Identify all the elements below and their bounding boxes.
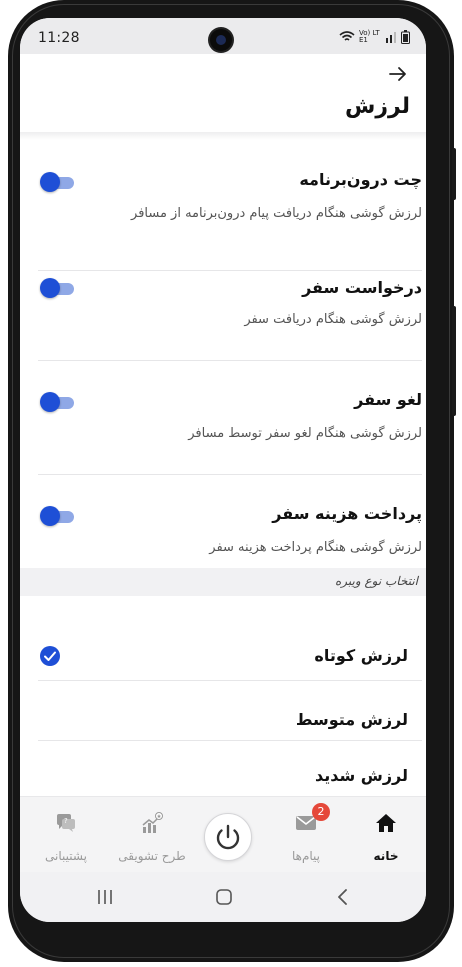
vibration-option-short[interactable]: لرزش کوتاه [20,634,426,678]
toggle-trip-payment[interactable] [40,506,74,526]
front-camera [210,29,232,51]
divider [38,680,422,681]
power-side-button [452,306,456,416]
toggle-trip-cancel[interactable] [40,392,74,412]
recent-apps-icon[interactable] [96,888,114,906]
setting-description: لرزش گوشی هنگام دریافت سفر [244,312,422,327]
setting-title: درخواست سفر [302,278,422,297]
vibration-option-medium[interactable]: لرزش متوسط [20,702,426,742]
network-label: Vo) LTE1 [359,29,380,44]
volume-button [452,148,456,200]
setting-row-in-app-chat: چت درون‌برنامه لرزش گوشی هنگام دریافت پی… [38,170,422,230]
status-bar: 11:28 Vo) LTE1 [20,18,426,54]
nav-home[interactable]: خانه [346,797,426,873]
bottom-navigation: ? پشتیبانی طرح تشویقی [20,796,426,873]
back-arrow-icon[interactable] [388,64,408,84]
setting-title: چت درون‌برنامه [299,170,422,189]
messages-badge: 2 [312,803,330,821]
option-label: لرزش متوسط [295,710,408,729]
setting-title: پرداخت هزینه سفر [272,504,422,523]
selected-check-icon [40,646,60,666]
vibration-option-strong[interactable]: لرزش شدید [20,758,426,796]
chart-star-icon [142,812,163,833]
nav-label: پیام‌ها [291,849,321,863]
online-power-button[interactable] [204,813,252,861]
divider [38,270,422,271]
setting-row-trip-request: درخواست سفر لرزش گوشی هنگام دریافت سفر [38,278,422,338]
page-header: لرزش [20,54,426,132]
status-time: 11:28 [38,30,80,46]
setting-row-trip-payment: پرداخت هزینه سفر لرزش گوشی هنگام پرداخت … [38,504,422,564]
section-header-vibration-type: انتخاب نوع ویبره [20,568,426,596]
toggle-in-app-chat[interactable] [40,172,74,192]
toggle-thumb [40,172,60,192]
setting-description: لرزش گوشی هنگام پرداخت هزینه سفر [209,540,422,555]
home-button-icon[interactable] [214,887,234,907]
back-button-icon[interactable] [334,888,352,906]
nav-support[interactable]: ? پشتیبانی [26,797,106,873]
divider [38,740,422,741]
support-chat-icon: ? [57,814,75,832]
setting-title: لغو سفر [354,390,422,409]
section-label: انتخاب نوع ویبره [335,574,418,588]
option-label: لرزش کوتاه [314,646,408,665]
nav-label: خانه [373,849,399,863]
toggle-thumb [40,506,60,526]
nav-label: طرح تشویقی [118,849,186,863]
option-label: لرزش شدید [314,766,408,785]
header-shadow [20,132,426,140]
page-title: لرزش [345,94,410,119]
power-icon [216,824,240,850]
divider [38,474,422,475]
screen: 11:28 Vo) LTE1 [20,18,426,922]
nav-messages[interactable]: 2 پیام‌ها [266,797,346,873]
toggle-thumb [40,278,60,298]
toggle-thumb [40,392,60,412]
setting-description: لرزش گوشی هنگام دریافت پیام درون‌برنامه … [131,206,422,221]
nav-incentive[interactable]: طرح تشویقی [112,797,192,873]
status-icons: Vo) LTE1 [339,30,410,44]
battery-icon [401,30,410,44]
wifi-icon [339,31,355,41]
android-navigation-bar [20,872,426,922]
toggle-trip-request[interactable] [40,278,74,298]
nav-label: پشتیبانی [45,849,87,863]
svg-text:?: ? [64,817,68,825]
settings-page: لرزش چت درون‌برنامه لرزش گوشی هنگام دریا… [20,54,426,796]
home-icon [376,814,396,832]
divider [38,360,422,361]
signal-icon [386,32,396,43]
setting-row-trip-cancel: لغو سفر لرزش گوشی هنگام لغو سفر توسط مسا… [38,390,422,450]
setting-description: لرزش گوشی هنگام لغو سفر توسط مسافر [188,426,422,441]
